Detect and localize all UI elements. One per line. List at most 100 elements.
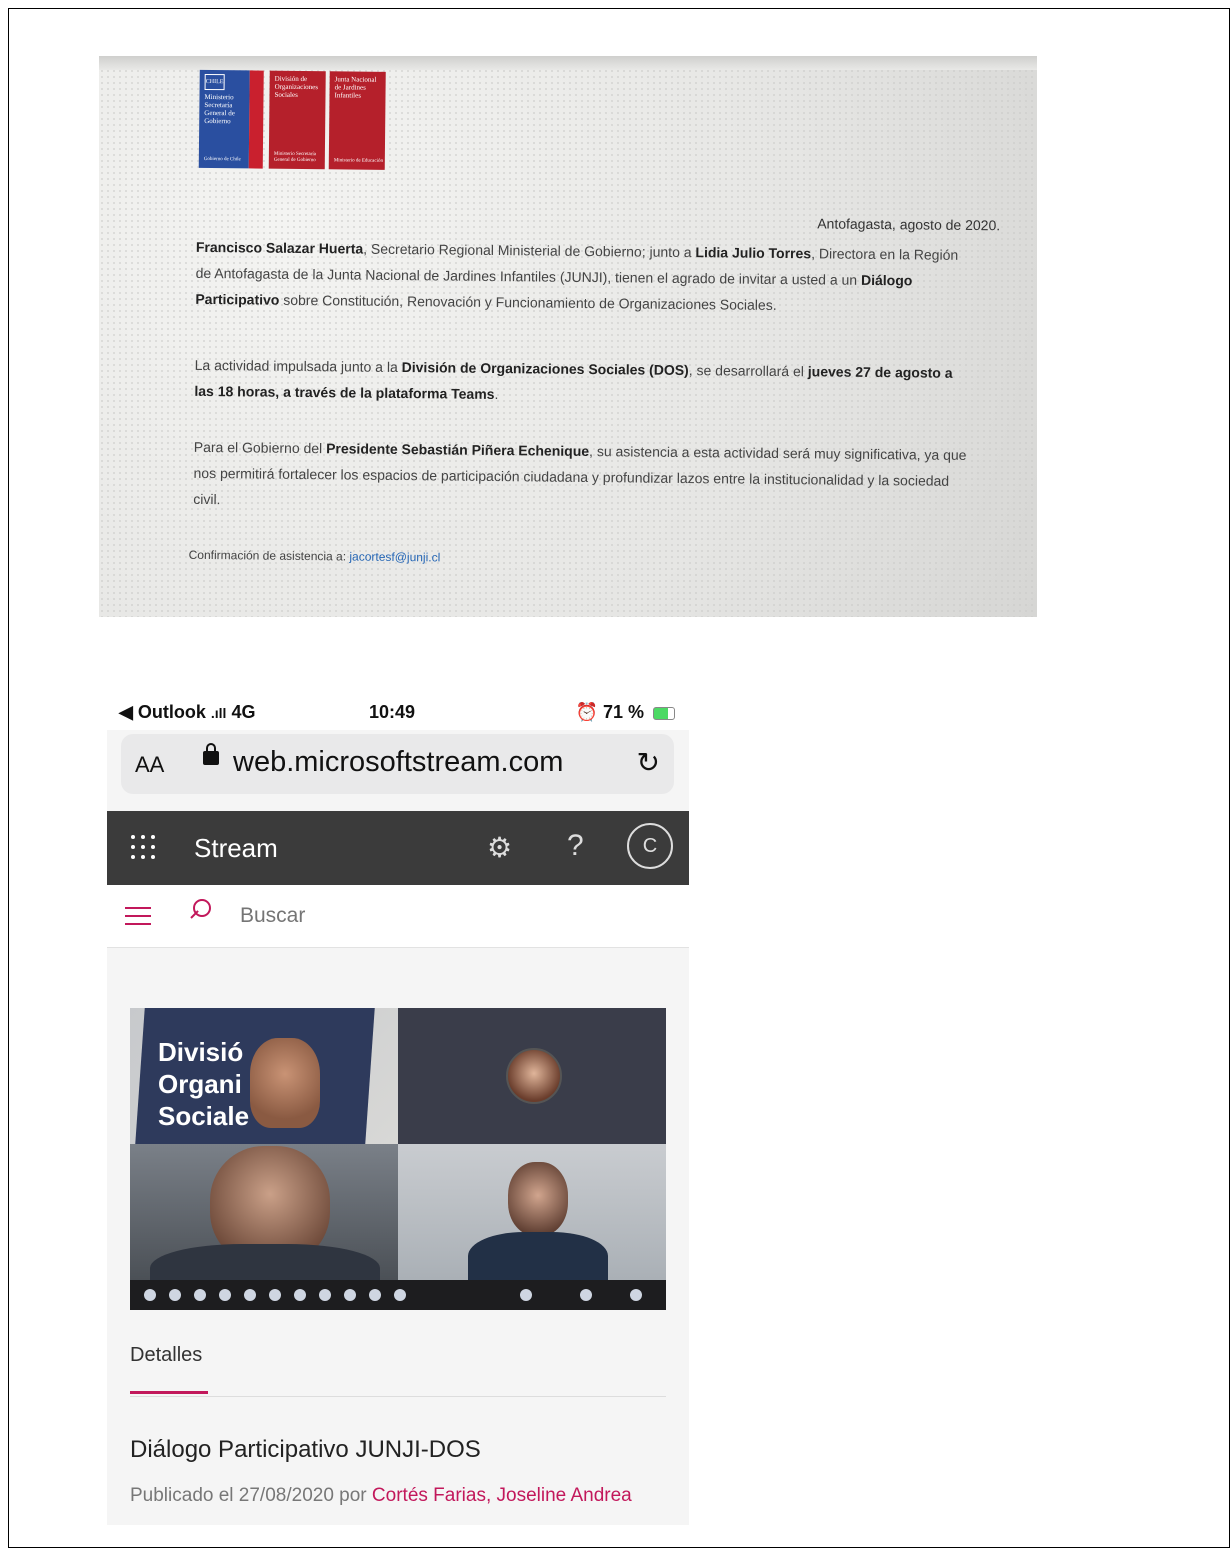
phone-screenshot: ◀ Outlook .ıll 4G 10:49 ⏰ 71 % AA web.mi… [107, 694, 689, 1525]
participant-thumb [369, 1289, 381, 1301]
participant-thumb [319, 1289, 331, 1301]
participant-thumb [144, 1289, 156, 1301]
lock-icon [203, 743, 219, 765]
president-name: Presidente Sebastián Piñera Echenique [326, 440, 590, 460]
logo-segegob-stripe [248, 70, 264, 169]
alarm-icon: ⏰ [575, 702, 598, 722]
author-link[interactable]: Cortés Farias, Joseline Andrea [372, 1485, 632, 1506]
battery-percent: 71 % [602, 702, 644, 722]
app-name[interactable]: Stream [194, 833, 278, 864]
hamburger-line [125, 923, 151, 925]
active-tab-indicator [130, 1391, 208, 1394]
url-text[interactable]: web.microsoftstream.com [233, 746, 563, 779]
logo-junji-title: Junta Nacional de Jardines Infantiles [334, 75, 377, 100]
tab-details[interactable]: Detalles [130, 1344, 202, 1367]
participant-thumb [194, 1289, 206, 1301]
participant-avatar [506, 1048, 562, 1104]
logo-segegob-footer: Gobierno de Chile [203, 156, 241, 163]
text: sobre Constitución, Renovación y Funcion… [279, 291, 777, 313]
battery-icon [653, 706, 675, 720]
participant-thumb [520, 1289, 532, 1301]
app-launcher-icon[interactable] [131, 835, 155, 859]
status-right: ⏰ 71 % [576, 702, 675, 723]
participant-thumb [269, 1289, 281, 1301]
participant-thumb [344, 1289, 356, 1301]
paragraph-schedule: La actividad impulsada junto a la Divisi… [194, 352, 975, 412]
text: , se desarrollará el [688, 362, 808, 380]
rsvp-email-link[interactable]: jacortesf@junji.cl [349, 550, 440, 565]
participant-face [508, 1162, 568, 1236]
logo-dos: División de Organizaciones Sociales Mini… [268, 70, 326, 170]
logo-junji-footer: Ministerio de Educación [333, 158, 384, 164]
signal-icon: .ıll [210, 705, 227, 721]
video-tile-avatar-participant [398, 1008, 666, 1144]
name-seremi: Francisco Salazar Huerta [195, 238, 364, 257]
paragraph-invitation: Francisco Salazar Huerta, Secretario Reg… [195, 234, 976, 320]
hamburger-line [125, 915, 151, 917]
participant-body [150, 1244, 380, 1280]
text: Para el Gobierno del [193, 438, 327, 457]
back-to-outlook-link[interactable]: ◀ Outlook [119, 702, 206, 722]
logo-junji: Junta Nacional de Jardines Infantiles Mi… [328, 71, 386, 170]
address-bar[interactable]: AA web.microsoftstream.com ↻ [121, 734, 674, 794]
text: La actividad impulsada junto a la [194, 356, 402, 376]
status-bar: ◀ Outlook .ıll 4G 10:49 ⏰ 71 % [107, 694, 689, 730]
video-tile-woman [398, 1144, 666, 1280]
stream-app-bar: Stream ⚙ ? C [107, 811, 689, 885]
invitation-photo: CHILE Ministerio Secretaría General de G… [99, 56, 1037, 617]
logo-segegob-title: Ministerio Secretaría General de Gobiern… [204, 92, 235, 126]
participant-thumb [219, 1289, 231, 1301]
dot [151, 845, 155, 849]
help-icon[interactable]: ? [567, 829, 584, 863]
invitation-document: CHILE Ministerio Secretaría General de G… [176, 62, 1002, 611]
chile-shield-icon: CHILE [204, 73, 225, 91]
rsvp-label: Confirmación de asistencia a: [188, 547, 350, 564]
paragraph-significance: Para el Gobierno del Presidente Sebastiá… [193, 434, 974, 520]
status-time: 10:49 [369, 702, 416, 722]
details-tabs: Detalles [130, 1344, 666, 1397]
video-player[interactable]: Divisió Organi es Sociale [130, 1008, 666, 1310]
letter-date: Antofagasta, agosto de 2020. [817, 215, 1001, 234]
text-size-button[interactable]: AA [135, 752, 164, 778]
search-bar [107, 885, 689, 948]
search-input[interactable] [238, 903, 542, 929]
name-directora: Lidia Julio Torres [695, 244, 812, 262]
rsvp-line: Confirmación de asistencia a: jacortesf@… [189, 548, 441, 565]
participants-strip [130, 1280, 666, 1310]
dot [151, 835, 155, 839]
network-type: 4G [231, 702, 256, 722]
logo-dos-footer: Ministerio Secretaría General de Gobiern… [273, 151, 316, 164]
video-tile-man [130, 1144, 398, 1280]
participant-thumb [169, 1289, 181, 1301]
user-avatar[interactable]: C [627, 823, 673, 869]
dot [141, 855, 145, 859]
logo-segegob: CHILE Ministerio Secretaría General de G… [198, 69, 250, 169]
text: . [494, 386, 499, 403]
hamburger-menu-icon[interactable] [125, 907, 151, 925]
participant-face [250, 1038, 320, 1128]
dot [131, 835, 135, 839]
participant-thumb [294, 1289, 306, 1301]
participant-body [468, 1232, 608, 1280]
video-published-info: Publicado el 27/08/2020 por Cortés Faria… [130, 1481, 650, 1511]
org-name: División de Organizaciones Sociales (DOS… [401, 359, 689, 379]
dot [141, 835, 145, 839]
participant-thumb [580, 1289, 592, 1301]
dot [151, 855, 155, 859]
logo-dos-title: División de Organizaciones Sociales [274, 74, 319, 99]
settings-gear-icon[interactable]: ⚙ [487, 831, 512, 864]
text: , Secretario Regional Ministerial de Gob… [363, 240, 696, 261]
reload-icon[interactable]: ↻ [637, 746, 660, 779]
dot [141, 845, 145, 849]
search-icon[interactable] [189, 899, 211, 921]
hamburger-line [125, 907, 151, 909]
institution-logos: CHILE Ministerio Secretaría General de G… [198, 69, 390, 170]
participant-thumb [394, 1289, 406, 1301]
video-title: Diálogo Participativo JUNJI-DOS [130, 1436, 481, 1463]
status-left: ◀ Outlook .ıll 4G [119, 702, 255, 723]
dot [131, 845, 135, 849]
participant-thumb [244, 1289, 256, 1301]
participant-thumb [630, 1289, 642, 1301]
published-prefix: Publicado el 27/08/2020 por [130, 1485, 372, 1506]
dot [131, 855, 135, 859]
